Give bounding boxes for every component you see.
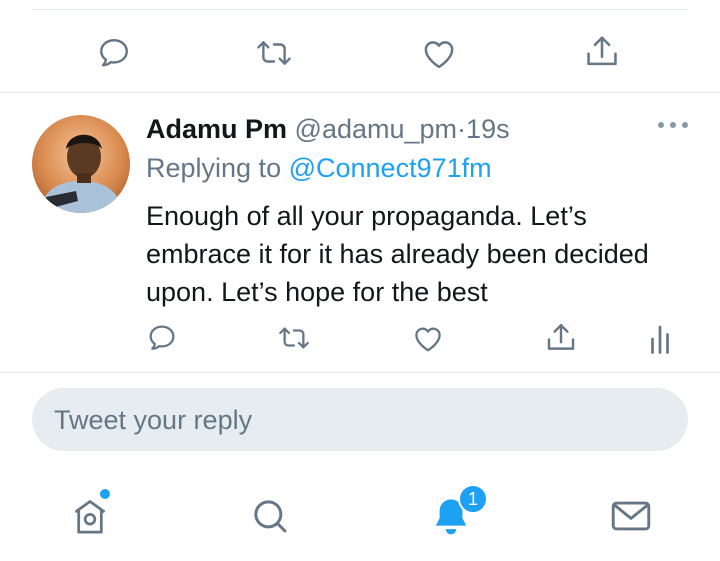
home-new-dot	[100, 489, 110, 499]
messages-tab[interactable]	[608, 494, 654, 538]
reply-separator	[0, 372, 720, 373]
search-tab[interactable]	[248, 494, 292, 538]
tweet-separator	[0, 92, 720, 93]
replying-prefix: Replying to	[146, 153, 289, 183]
tweet-actions	[0, 318, 720, 358]
replying-to: Replying to @Connect971fm	[146, 152, 492, 184]
like-icon[interactable]	[410, 321, 446, 355]
search-icon	[254, 500, 287, 533]
notifications-tab[interactable]: 1	[428, 484, 488, 538]
home-icon	[74, 500, 106, 534]
author-name[interactable]: Adamu Pm	[146, 114, 287, 144]
tweet-header: Adamu Pm @adamu_pm·19s	[146, 113, 510, 145]
more-options-icon[interactable]	[658, 118, 688, 132]
notifications-badge: 1	[458, 484, 488, 514]
author-handle[interactable]: @adamu_pm	[295, 114, 458, 144]
previous-tweet-actions	[0, 30, 720, 76]
analytics-icon[interactable]	[646, 322, 674, 356]
retweet-icon[interactable]	[274, 321, 314, 355]
timestamp: 19s	[466, 114, 510, 144]
share-icon[interactable]	[543, 319, 579, 357]
share-icon[interactable]	[582, 32, 622, 72]
avatar[interactable]	[32, 115, 130, 213]
separator-dot: ·	[457, 114, 467, 144]
replying-to-mention[interactable]: @Connect971fm	[289, 153, 492, 183]
home-tab[interactable]	[68, 489, 112, 538]
reply-icon[interactable]	[145, 320, 179, 356]
messages-icon	[611, 501, 651, 531]
tweet-text: Enough of all your propaganda. Let’s emb…	[146, 201, 649, 307]
retweet-icon[interactable]	[253, 34, 295, 72]
like-icon[interactable]	[419, 34, 459, 72]
bottom-tab-bar: 1	[0, 480, 720, 550]
reply-icon[interactable]	[95, 34, 133, 72]
reply-input[interactable]: Tweet your reply	[32, 388, 688, 451]
reply-placeholder: Tweet your reply	[54, 405, 253, 435]
top-divider	[32, 9, 688, 10]
